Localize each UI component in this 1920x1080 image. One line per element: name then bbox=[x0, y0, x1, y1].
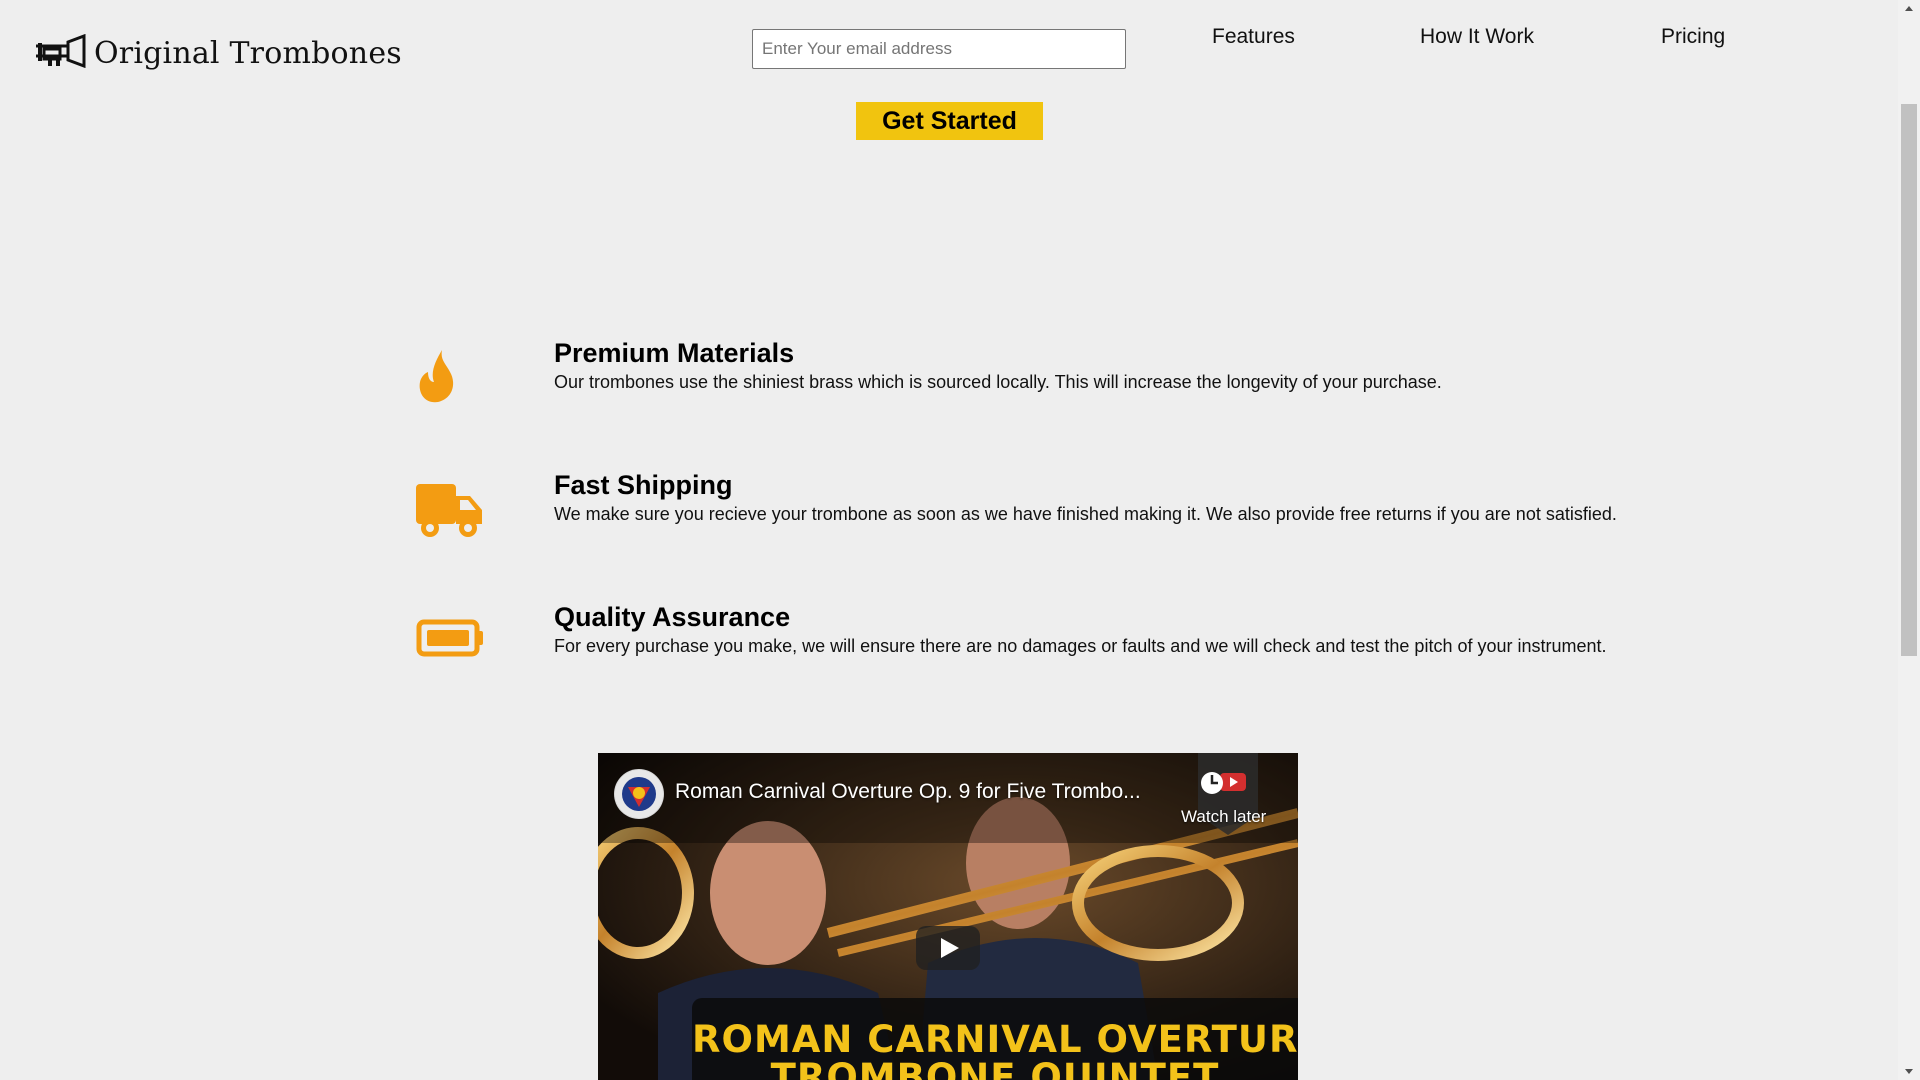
battery-icon bbox=[416, 618, 484, 663]
email-input[interactable] bbox=[752, 29, 1126, 69]
play-icon[interactable] bbox=[916, 926, 980, 970]
watch-later-label: Watch later bbox=[1181, 807, 1267, 826]
scroll-down-arrow-icon[interactable] bbox=[1905, 1069, 1913, 1074]
get-started-button[interactable]: Get Started bbox=[856, 102, 1043, 140]
vertical-scrollbar[interactable] bbox=[1898, 0, 1920, 1080]
page: Original Trombones Get Started Features … bbox=[0, 0, 1920, 1080]
video-banner: ROMAN CARNIVAL OVERTURE TROMBONE QUINTET bbox=[692, 998, 1298, 1080]
brand-name: Original Trombones bbox=[94, 35, 402, 71]
truck-icon bbox=[416, 482, 484, 543]
scroll-up-arrow-icon[interactable] bbox=[1905, 6, 1913, 11]
feature-title: Premium Materials bbox=[554, 338, 795, 368]
video-player[interactable]: Roman Carnival Overture Op. 9 for Five T… bbox=[598, 753, 1298, 1080]
feature-description: Our trombones use the shiniest brass whi… bbox=[554, 372, 1442, 392]
trombone-logo-icon bbox=[34, 33, 86, 73]
nav-link-how-it-work[interactable]: How It Work bbox=[1420, 25, 1534, 49]
fire-icon bbox=[416, 348, 460, 409]
scroll-thumb[interactable] bbox=[1901, 104, 1917, 656]
feature-description: For every purchase you make, we will ens… bbox=[554, 636, 1607, 656]
banner-line-2: TROMBONE QUINTET bbox=[770, 1056, 1220, 1080]
banner-line-1: ROMAN CARNIVAL OVERTURE bbox=[692, 1018, 1298, 1061]
nav-link-features[interactable]: Features bbox=[1212, 25, 1295, 49]
feature-description: We make sure you recieve your trombone a… bbox=[554, 504, 1617, 524]
video-title[interactable]: Roman Carnival Overture Op. 9 for Five T… bbox=[675, 780, 1141, 804]
nav-link-pricing[interactable]: Pricing bbox=[1661, 25, 1725, 49]
brand[interactable]: Original Trombones bbox=[34, 32, 402, 74]
feature-title: Fast Shipping bbox=[554, 470, 733, 500]
channel-avatar[interactable] bbox=[614, 769, 664, 819]
feature-title: Quality Assurance bbox=[554, 602, 791, 632]
